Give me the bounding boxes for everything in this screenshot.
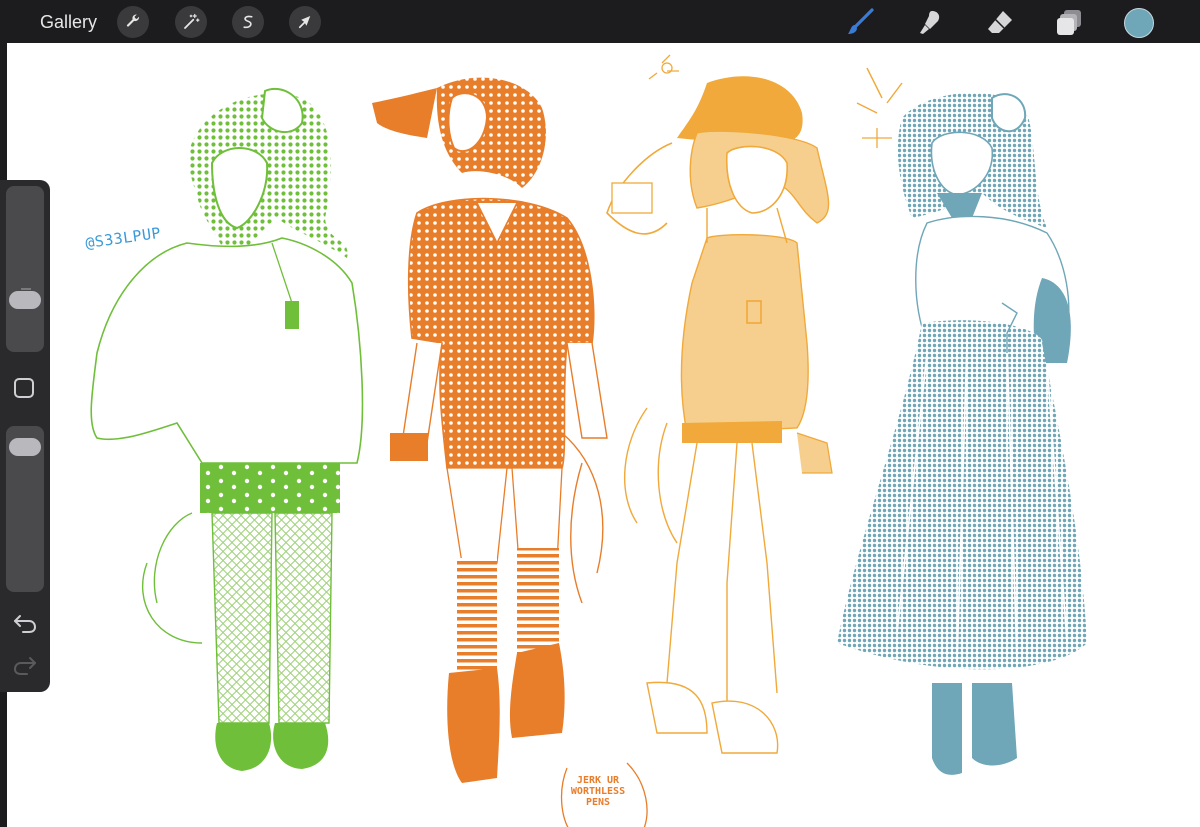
brush-size-thumb[interactable] [9, 290, 41, 309]
eraser-tool-button[interactable] [984, 6, 1016, 38]
layers-icon [1057, 10, 1081, 35]
blue-figure [837, 67, 1087, 775]
brush-size-slider[interactable] [6, 186, 44, 352]
left-sidebar [0, 180, 50, 692]
gallery-button[interactable]: Gallery [40, 11, 97, 33]
orange-figure [372, 77, 608, 783]
brush-icon [848, 8, 874, 34]
top-toolbar: Gallery [0, 0, 1200, 43]
drawing-canvas[interactable]: @S33LPUP JERK UR WORTHLESS PENS [7, 43, 1200, 827]
transform-button[interactable] [289, 6, 321, 38]
opacity-thumb[interactable] [9, 438, 41, 457]
speech-text: JERK UR WORTHLESS PENS [570, 775, 626, 808]
opacity-slider[interactable] [6, 426, 44, 592]
redo-icon[interactable] [12, 654, 38, 676]
slider-tick [21, 288, 31, 290]
layers-button[interactable] [1054, 6, 1086, 38]
color-picker-swatch[interactable] [1124, 8, 1154, 38]
actions-button[interactable] [117, 6, 149, 38]
magic-wand-icon [184, 13, 200, 29]
modify-button[interactable] [14, 378, 34, 398]
wrench-icon [126, 14, 140, 27]
adjustments-button[interactable] [175, 6, 207, 38]
smudge-tool-button[interactable] [914, 6, 946, 38]
brush-tool-button[interactable] [844, 6, 876, 38]
selection-button[interactable] [232, 6, 264, 38]
artwork [90, 54, 1087, 827]
move-arrow-icon [298, 16, 311, 29]
smudge-icon [920, 11, 940, 34]
eraser-icon [988, 11, 1012, 33]
green-figure [90, 87, 364, 771]
yellow-figure [606, 54, 833, 754]
undo-icon[interactable] [12, 612, 38, 634]
selection-icon [243, 15, 253, 29]
